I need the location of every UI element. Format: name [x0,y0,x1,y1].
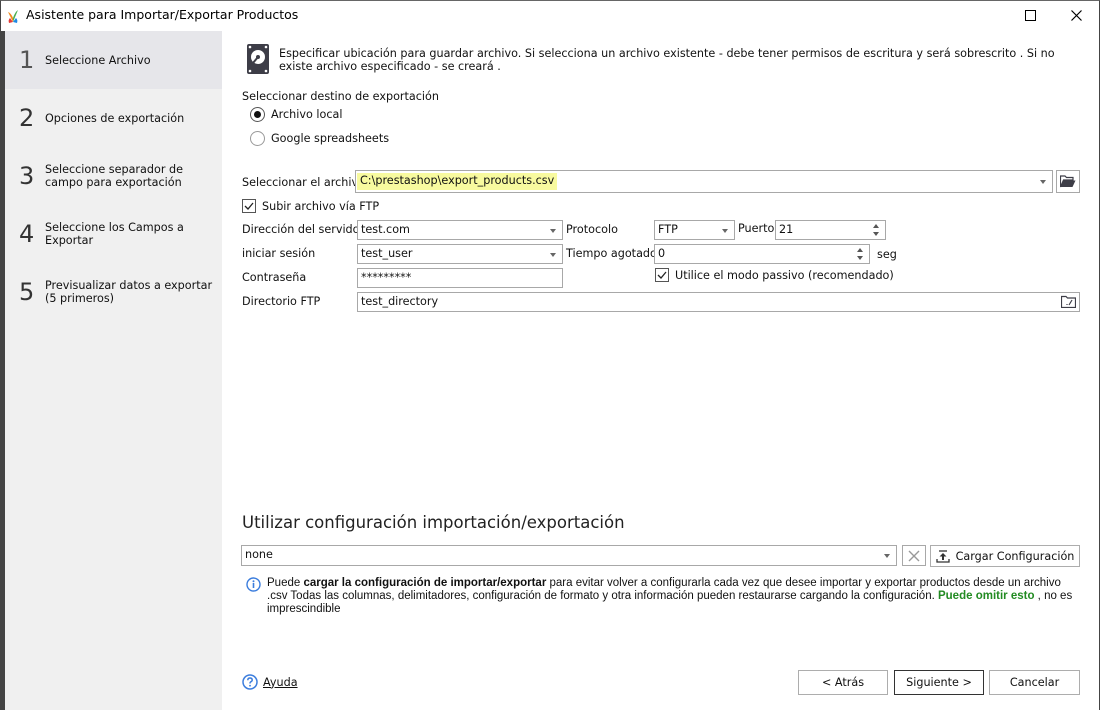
destination-label: Seleccionar destino de exportación [242,90,439,103]
passive-mode-label: Utilice el modo passivo (recomendado) [675,268,894,282]
config-hint: Puede cargar la configuración de importa… [267,577,1077,616]
file-label: Seleccionar el archivo [242,176,365,189]
password-input[interactable]: ********* [357,268,563,288]
cancel-button[interactable]: Cancelar [989,670,1080,695]
ftp-directory-value: test_directory [361,295,439,308]
step-number: 1 [19,46,35,74]
step-select-fields[interactable]: 4 Seleccione los Campos a Exportar [5,205,222,263]
port-spinner[interactable]: 21 [775,220,886,240]
step-select-file[interactable]: 1 Seleccione Archivo [5,31,222,89]
file-path-combo[interactable]: C:\prestashop\export_products.csv [355,170,1053,193]
help-link[interactable]: Ayuda [242,674,298,690]
password-label: Contraseña [242,271,307,284]
chevron-down-icon [550,229,556,233]
clear-x-icon [908,550,920,561]
config-hint-bold: cargar la configuración de importar/expo… [303,577,547,589]
login-label: iniciar sesión [242,247,316,260]
server-label: Dirección del servidor [242,223,365,236]
step-number: 5 [19,278,35,306]
skip-hint-link: Puede omitir esto [937,590,1035,602]
login-value: test_user [361,247,413,260]
port-label: Puerto [738,222,775,235]
upload-ftp-checkbox[interactable]: Subir archivo vía FTP [242,199,379,213]
protocol-value: FTP [658,223,678,236]
timeout-spinner[interactable]: 0 [654,244,870,264]
password-value: ********* [361,271,412,284]
config-hint-prefix: Puede [267,577,304,589]
radio-local-file[interactable]: Archivo local [250,107,342,122]
step-field-separator[interactable]: 3 Seleccione separador de campo para exp… [5,147,222,205]
hard-drive-icon [247,44,269,74]
load-config-button[interactable]: Cargar Configuración [930,545,1080,567]
browse-ftp-folder-icon[interactable] [1061,295,1076,308]
spinner-arrows-icon[interactable] [873,223,881,237]
spinner-arrows-icon[interactable] [857,247,865,261]
main-panel: Especificar ubicación para guardar archi… [222,31,1099,710]
chevron-down-icon [550,253,556,257]
chevron-down-icon [884,554,890,558]
close-button[interactable] [1053,1,1099,30]
config-combo[interactable]: none [241,545,897,566]
close-icon [1070,10,1082,21]
config-value: none [245,548,273,561]
ftp-directory-label: Directorio FTP [242,295,321,308]
load-config-label: Cargar Configuración [955,549,1075,563]
server-value: test.com [361,223,410,236]
wizard-window: Asistente para Importar/Exportar Product… [0,0,1100,710]
step-label: Seleccione Archivo [45,53,151,67]
login-combo[interactable]: test_user [357,244,563,264]
timeout-label: Tiempo agotado [566,247,657,260]
step-label: Previsualizar datos a exportar (5 primer… [45,279,213,305]
step-number: 3 [19,162,35,190]
radio-google-spreadsheets-control[interactable] [250,131,265,146]
timeout-unit: seg [877,248,897,261]
step-label: Opciones de exportación [45,111,185,125]
back-button[interactable]: < Atrás [798,670,888,695]
upload-ftp-label: Subir archivo vía FTP [262,199,380,213]
radio-local-file-label: Archivo local [271,108,343,121]
passive-mode-checkbox-control[interactable] [655,268,669,282]
help-label: Ayuda [263,675,298,689]
maximize-icon [1024,10,1036,21]
help-question-icon [242,674,258,690]
protocol-combo[interactable]: FTP [654,220,735,240]
step-number: 2 [19,104,35,132]
server-combo[interactable]: test.com [357,220,563,240]
step-export-options[interactable]: 2 Opciones de exportación [5,89,222,147]
browse-folder-button[interactable] [1056,170,1080,193]
passive-mode-checkbox[interactable]: Utilice el modo passivo (recomendado) [655,268,894,282]
step-number: 4 [19,220,35,248]
wizard-steps-sidebar: 1 Seleccione Archivo 2 Opciones de expor… [5,31,222,710]
upload-icon [935,549,950,563]
maximize-button[interactable] [1007,1,1053,30]
config-section-title: Utilizar configuración importación/expor… [242,513,625,532]
upload-ftp-checkbox-control[interactable] [242,199,256,213]
port-value: 21 [779,223,794,236]
radio-google-spreadsheets-label: Google spreadsheets [271,132,390,145]
checkmark-icon [657,271,667,279]
chevron-down-icon [1040,180,1046,184]
step-label: Seleccione separador de campo para expor… [45,163,183,189]
folder-open-icon [1060,175,1076,188]
chevron-down-icon [722,229,728,233]
radio-google-spreadsheets[interactable]: Google spreadsheets [250,131,389,146]
ftp-directory-input[interactable]: test_directory [357,292,1080,312]
app-logo-icon [8,10,18,23]
radio-local-file-control[interactable] [250,107,265,122]
next-button[interactable]: Siguiente > [894,670,984,695]
title-bar: Asistente para Importar/Exportar Product… [1,1,1099,30]
timeout-value: 0 [658,247,666,260]
file-path-value: C:\prestashop\export_products.csv [357,173,558,190]
checkmark-icon [244,202,254,210]
clear-config-button[interactable] [902,545,926,566]
step-label: Seleccione los Campos a Exportar [45,221,184,247]
info-circle-icon [246,577,261,592]
step-preview-data[interactable]: 5 Previsualizar datos a exportar (5 prim… [5,263,222,321]
protocol-label: Protocolo [566,223,618,236]
info-text: Especificar ubicación para guardar archi… [279,47,1055,73]
window-title: Asistente para Importar/Exportar Product… [26,7,299,22]
